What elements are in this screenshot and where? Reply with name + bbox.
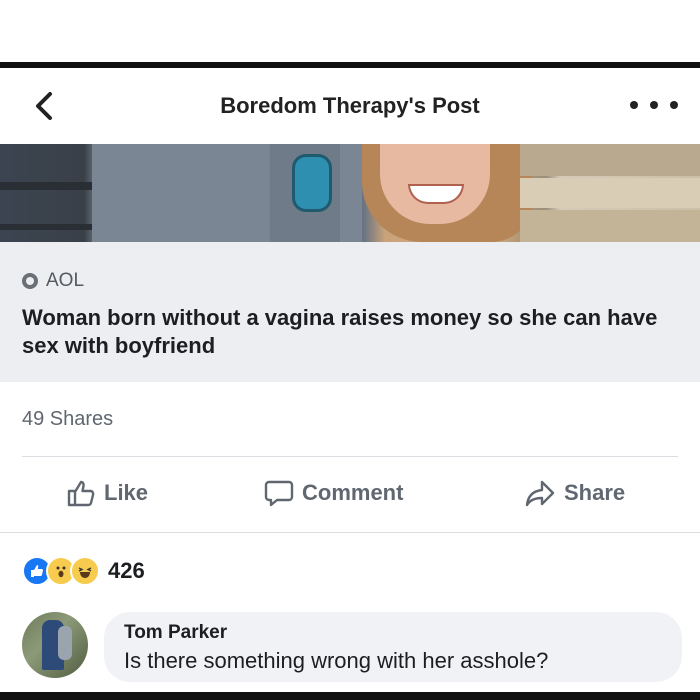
comment-button[interactable]: Comment — [264, 478, 403, 508]
link-headline: Woman born without a vagina raises money… — [22, 305, 658, 358]
divider — [0, 532, 700, 533]
shares-count[interactable]: 49 Shares — [22, 408, 113, 431]
post-photo[interactable] — [0, 144, 700, 242]
screenshot-border-bottom — [0, 692, 700, 700]
comment-label: Comment — [302, 480, 404, 505]
link-source: AOL — [22, 270, 84, 292]
speech-bubble-icon — [264, 480, 294, 507]
action-bar: Like Comment Share — [0, 468, 700, 524]
source-icon — [22, 273, 38, 289]
share-button[interactable]: Share — [524, 478, 625, 508]
link-preview[interactable]: AOL Woman born without a vagina raises m… — [0, 242, 700, 382]
top-margin — [0, 0, 700, 62]
more-options-button[interactable] — [630, 92, 678, 118]
like-button[interactable]: Like — [66, 478, 148, 508]
comment-bubble[interactable]: Tom Parker Is there something wrong with… — [104, 612, 682, 682]
like-label: Like — [104, 480, 149, 505]
reaction-count: 426 — [108, 558, 145, 583]
page-title: Boredom Therapy's Post — [220, 93, 480, 118]
comment-item: Tom Parker Is there something wrong with… — [22, 608, 682, 688]
haha-reaction-icon — [70, 556, 100, 586]
avatar[interactable] — [22, 612, 88, 678]
more-dots-icon — [630, 101, 638, 109]
comment-text: Is there something wrong with her asshol… — [124, 648, 549, 673]
thumbs-up-icon — [67, 480, 95, 507]
source-name: AOL — [46, 270, 85, 291]
divider — [22, 456, 678, 457]
share-arrow-icon — [525, 480, 555, 507]
comment-author[interactable]: Tom Parker — [124, 622, 227, 644]
reactions-summary[interactable]: 426 — [22, 556, 145, 586]
post-header: Boredom Therapy's Post — [0, 68, 700, 145]
share-label: Share — [564, 480, 626, 505]
